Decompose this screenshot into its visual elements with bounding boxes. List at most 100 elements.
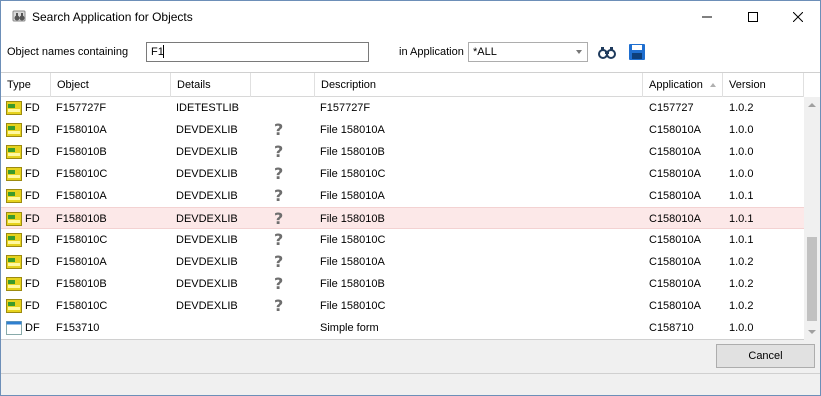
- table-row[interactable]: FD F158010A DEVDEXLIB File 158010A C158010A 1…: [1, 119, 804, 141]
- cell-application: C158010A: [649, 146, 701, 158]
- form-yellow-icon: [6, 101, 22, 115]
- cell-object: F158010B: [56, 213, 107, 225]
- form-yellow-icon: [6, 189, 22, 203]
- cell-application: C157727: [649, 102, 694, 114]
- cell-application: C158010A: [649, 278, 701, 290]
- cell-object: F157727F: [56, 102, 107, 114]
- form-yellow-icon: [6, 123, 22, 137]
- minimize-button[interactable]: [684, 1, 730, 32]
- table-row[interactable]: DF F153710 Simple form C158710 1.0.0: [1, 317, 804, 339]
- cell-description: File 158010C: [320, 234, 386, 246]
- cell-type: FD: [25, 124, 40, 136]
- form-yellow-icon: [6, 255, 22, 269]
- cell-details: DEVDEXLIB: [176, 168, 238, 180]
- cell-details: DEVDEXLIB: [176, 146, 238, 158]
- cell-application: C158010A: [649, 234, 701, 246]
- cell-type: FD: [25, 213, 40, 225]
- cell-object: F153710: [56, 322, 100, 334]
- results-table: Type Object Details Description Applicat…: [1, 72, 820, 340]
- cell-description: File 158010A: [320, 190, 385, 202]
- column-header-description[interactable]: Description: [315, 73, 643, 97]
- table-row[interactable]: FD F158010B DEVDEXLIB File 158010B C158010A 1…: [1, 207, 804, 229]
- cell-description: File 158010B: [320, 278, 385, 290]
- cell-details: IDETESTLIB: [176, 102, 239, 114]
- form-yellow-icon: [6, 167, 22, 181]
- column-header-version[interactable]: Version: [723, 73, 804, 97]
- cell-details: DEVDEXLIB: [176, 278, 238, 290]
- cell-description: File 158010C: [320, 300, 386, 312]
- cancel-button[interactable]: Cancel: [716, 344, 815, 368]
- column-header-object[interactable]: Object: [51, 73, 171, 97]
- question-mark-icon: ?: [274, 274, 284, 293]
- close-button[interactable]: [775, 1, 821, 32]
- question-mark-icon: ?: [274, 186, 284, 205]
- maximize-button[interactable]: [730, 1, 776, 32]
- cell-version: 1.0.2: [729, 278, 754, 290]
- floppy-disk-icon[interactable]: [628, 43, 646, 61]
- cell-details: DEVDEXLIB: [176, 300, 238, 312]
- cell-details: DEVDEXLIB: [176, 213, 238, 225]
- cell-details: DEVDEXLIB: [176, 190, 238, 202]
- table-row[interactable]: FD F158010A DEVDEXLIB File 158010A C158010A 1…: [1, 251, 804, 273]
- cell-object: F158010C: [56, 234, 108, 246]
- form-yellow-icon: [6, 212, 22, 226]
- question-mark-icon: ?: [274, 230, 284, 249]
- cell-application: C158710: [649, 322, 694, 334]
- sort-ascending-icon: [710, 83, 716, 87]
- maximize-icon: [748, 11, 758, 22]
- form-yellow-icon: [6, 277, 22, 291]
- cell-object: F158010C: [56, 168, 108, 180]
- cell-application: C158010A: [649, 168, 701, 180]
- cell-version: 1.0.1: [729, 190, 754, 202]
- application-select[interactable]: *ALL: [468, 42, 588, 62]
- cell-version: 1.0.1: [729, 234, 754, 246]
- question-mark-icon: ?: [274, 209, 284, 228]
- cell-description: F157727F: [320, 102, 371, 114]
- in-application-label: in Application: [399, 46, 464, 58]
- scroll-up-icon[interactable]: [804, 97, 820, 113]
- table-row[interactable]: FD F158010B DEVDEXLIB File 158010B C158010A 1…: [1, 141, 804, 163]
- form-yellow-icon: [6, 299, 22, 313]
- column-header-application[interactable]: Application: [643, 73, 723, 97]
- table-row[interactable]: FD F158010C DEVDEXLIB File 158010C C158010A 1…: [1, 163, 804, 185]
- question-mark-icon: ?: [274, 296, 284, 315]
- cell-version: 1.0.2: [729, 102, 754, 114]
- binoculars-icon[interactable]: [598, 43, 616, 61]
- table-row[interactable]: FD F158010B DEVDEXLIB File 158010B C158010A 1…: [1, 273, 804, 295]
- object-names-input[interactable]: F1: [146, 42, 369, 62]
- vertical-scrollbar[interactable]: [804, 97, 820, 340]
- cell-description: Simple form: [320, 322, 379, 334]
- column-header-blank[interactable]: [251, 73, 315, 97]
- question-mark-icon: ?: [274, 252, 284, 271]
- cell-application: C158010A: [649, 213, 701, 225]
- chevron-down-icon: [576, 50, 582, 54]
- table-row[interactable]: FD F158010C DEVDEXLIB File 158010C C158010A 1…: [1, 229, 804, 251]
- scroll-down-icon[interactable]: [804, 324, 820, 340]
- application-select-value: *ALL: [473, 46, 497, 58]
- column-header-type[interactable]: Type: [1, 73, 51, 97]
- cell-type: FD: [25, 234, 40, 246]
- column-header-details[interactable]: Details: [171, 73, 251, 97]
- cell-object: F158010A: [56, 124, 107, 136]
- text-caret: [163, 45, 164, 58]
- minimize-icon: [702, 16, 712, 17]
- binoculars-app-icon: [12, 10, 26, 22]
- close-icon: [793, 11, 803, 22]
- question-mark-icon: ?: [274, 164, 284, 183]
- cell-details: DEVDEXLIB: [176, 124, 238, 136]
- cell-description: File 158010C: [320, 168, 386, 180]
- cell-type: DF: [25, 322, 40, 334]
- cell-version: 1.0.0: [729, 322, 754, 334]
- display-file-blue-icon: [6, 321, 22, 335]
- cell-version: 1.0.0: [729, 124, 754, 136]
- scrollbar-thumb[interactable]: [807, 237, 817, 321]
- form-yellow-icon: [6, 233, 22, 247]
- table-row[interactable]: FD F158010A DEVDEXLIB File 158010A C158010A 1…: [1, 185, 804, 207]
- cell-description: File 158010B: [320, 213, 385, 225]
- cell-details: DEVDEXLIB: [176, 234, 238, 246]
- table-row[interactable]: FD F157727F IDETESTLIB F157727F C157727 1.0.2: [1, 97, 804, 119]
- cell-type: FD: [25, 256, 40, 268]
- cell-type: FD: [25, 190, 40, 202]
- cell-application: C158010A: [649, 124, 701, 136]
- table-row[interactable]: FD F158010C DEVDEXLIB File 158010C C158010A 1…: [1, 295, 804, 317]
